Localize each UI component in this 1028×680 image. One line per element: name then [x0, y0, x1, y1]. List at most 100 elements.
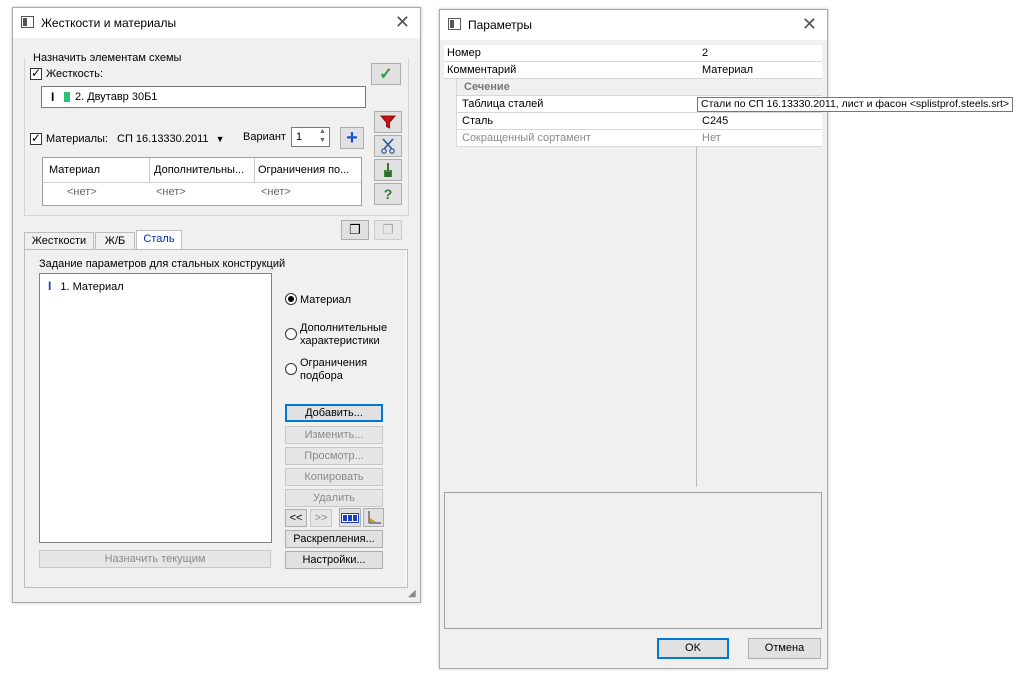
- steel-materials-list[interactable]: I 1. Материал: [39, 273, 272, 543]
- grid-header-extra[interactable]: Дополнительны...: [154, 164, 244, 176]
- grid-cell[interactable]: <нет>: [156, 186, 186, 198]
- radio-extra-label-1: Дополнительные: [300, 322, 388, 334]
- section-indent-bar: [444, 79, 457, 147]
- radio-material[interactable]: [285, 293, 297, 305]
- materials-checkbox[interactable]: [30, 131, 42, 145]
- radio-extra[interactable]: [285, 328, 297, 340]
- plus-icon: +: [346, 127, 358, 149]
- steel-panel-title: Задание параметров для стальных конструк…: [39, 258, 286, 270]
- table-view-button[interactable]: [339, 508, 361, 527]
- materials-standard-select[interactable]: СП 16.13330.2011 ▼: [117, 133, 224, 145]
- stiffness-value: 2. Двутавр 30Б1: [75, 91, 158, 103]
- window-icon: [448, 18, 461, 30]
- description-panel: [444, 492, 822, 629]
- scissors-icon: [381, 138, 395, 154]
- grid-col-separator: [254, 158, 255, 182]
- property-row[interactable]: Сталь С245: [444, 113, 822, 130]
- property-value: Нет: [702, 132, 721, 144]
- copy-properties-button[interactable]: ❐: [341, 220, 369, 240]
- prev-button[interactable]: <<: [285, 509, 307, 527]
- materials-grid: Материал Дополнительны... Ограничения по…: [42, 157, 362, 206]
- variant-value: 1: [296, 131, 303, 143]
- filter-button[interactable]: [374, 111, 402, 133]
- spin-down-icon[interactable]: ▼: [319, 137, 326, 144]
- delete-button[interactable]: Удалить: [285, 489, 383, 507]
- paste-properties-button[interactable]: ❐: [374, 220, 402, 240]
- variant-label: Вариант: [243, 131, 286, 143]
- documents-icon: ❐: [349, 222, 361, 237]
- property-key: Таблица сталей: [462, 98, 544, 110]
- color-swatch: [64, 92, 70, 102]
- stiffness-checkbox[interactable]: [30, 66, 42, 80]
- materials-label: Материалы:: [46, 133, 108, 145]
- apply-button[interactable]: ✓: [371, 63, 401, 85]
- i-beam-icon: I: [48, 279, 52, 293]
- cut-button[interactable]: [374, 135, 402, 157]
- assign-current-button[interactable]: Назначить текущим: [39, 550, 271, 568]
- grid-cell[interactable]: <нет>: [67, 186, 97, 198]
- radio-extra-label-2: характеристики: [300, 335, 380, 347]
- radio-limits-label-1: Ограничения: [300, 357, 368, 369]
- ok-button[interactable]: OK: [657, 638, 729, 659]
- section-header-row[interactable]: Сечение: [444, 79, 822, 96]
- help-button[interactable]: ?: [374, 183, 402, 205]
- table-columns-icon: [341, 512, 359, 523]
- add-button[interactable]: Добавить...: [285, 404, 383, 422]
- close-icon[interactable]: ✕: [802, 14, 817, 34]
- filter-icon: [380, 115, 396, 129]
- grid-header-limits[interactable]: Ограничения по...: [258, 164, 349, 176]
- add-material-button[interactable]: +: [340, 127, 364, 149]
- brush-button[interactable]: [374, 159, 402, 181]
- property-row[interactable]: Сокращенный сортамент Нет: [444, 130, 822, 147]
- variant-stepper[interactable]: 1 ▲ ▼: [291, 127, 330, 147]
- radio-material-label: Материал: [300, 294, 351, 306]
- title-bar[interactable]: Параметры ✕: [440, 10, 827, 40]
- property-row[interactable]: Комментарий Материал: [444, 62, 822, 79]
- property-key: Сокращенный сортамент: [462, 132, 591, 144]
- radio-limits[interactable]: [285, 363, 297, 375]
- list-item[interactable]: I 1. Материал: [48, 279, 124, 293]
- materials-standard-value: СП 16.13330.2011: [117, 133, 209, 145]
- bracing-button[interactable]: Раскрепления...: [285, 530, 383, 548]
- tab-steel[interactable]: Сталь: [136, 230, 182, 250]
- stiffness-label: Жесткость:: [46, 68, 104, 80]
- edit-button[interactable]: Изменить...: [285, 426, 383, 444]
- title-bar[interactable]: Жесткости и материалы ✕: [13, 8, 420, 38]
- grid-cell[interactable]: <нет>: [261, 186, 291, 198]
- checkmark-icon: ✓: [379, 66, 393, 83]
- property-row[interactable]: Номер 2: [444, 45, 822, 62]
- cancel-button[interactable]: Отмена: [748, 638, 821, 659]
- property-value: Материал: [702, 64, 753, 76]
- steel-table-tooltip: Стали по СП 16.13330.2011, лист и фасон …: [697, 97, 1013, 112]
- property-value: С245: [702, 115, 729, 127]
- window-title: Параметры: [468, 18, 532, 32]
- section-view-button[interactable]: [363, 508, 384, 527]
- radio-limits-label-2: подбора: [300, 370, 343, 382]
- property-key: Сталь: [462, 115, 494, 127]
- settings-button[interactable]: Настройки...: [285, 551, 383, 569]
- property-key: Комментарий: [447, 64, 517, 76]
- view-button[interactable]: Просмотр...: [285, 447, 383, 465]
- close-icon[interactable]: ✕: [395, 12, 410, 32]
- spin-up-icon[interactable]: ▲: [319, 128, 326, 135]
- resize-grip-icon[interactable]: ◢: [408, 588, 416, 599]
- window-title: Жесткости и материалы: [41, 16, 177, 30]
- i-beam-icon: I: [51, 90, 55, 104]
- paste-icon: ❐: [382, 222, 394, 237]
- tab-stiffness[interactable]: Жесткости: [24, 232, 94, 250]
- steel-table-value: Стали по СП 16.13330.2011, лист и фасон …: [701, 98, 1009, 110]
- question-icon: ?: [383, 186, 393, 202]
- grid-header-material[interactable]: Материал: [49, 164, 100, 176]
- grid-col-separator: [149, 158, 150, 182]
- tab-rc[interactable]: Ж/Б: [95, 232, 135, 250]
- brush-icon: [384, 163, 392, 177]
- property-key: Номер: [447, 47, 481, 59]
- next-button[interactable]: >>: [310, 509, 332, 527]
- list-item-label: 1. Материал: [60, 281, 124, 293]
- stiffness-field[interactable]: I 2. Двутавр 30Б1: [41, 86, 366, 108]
- chevron-down-icon: ▼: [215, 134, 225, 144]
- axes-icon: [368, 510, 381, 523]
- property-value: 2: [702, 47, 709, 59]
- copy-button[interactable]: Копировать: [285, 468, 383, 486]
- window-icon: [21, 16, 34, 28]
